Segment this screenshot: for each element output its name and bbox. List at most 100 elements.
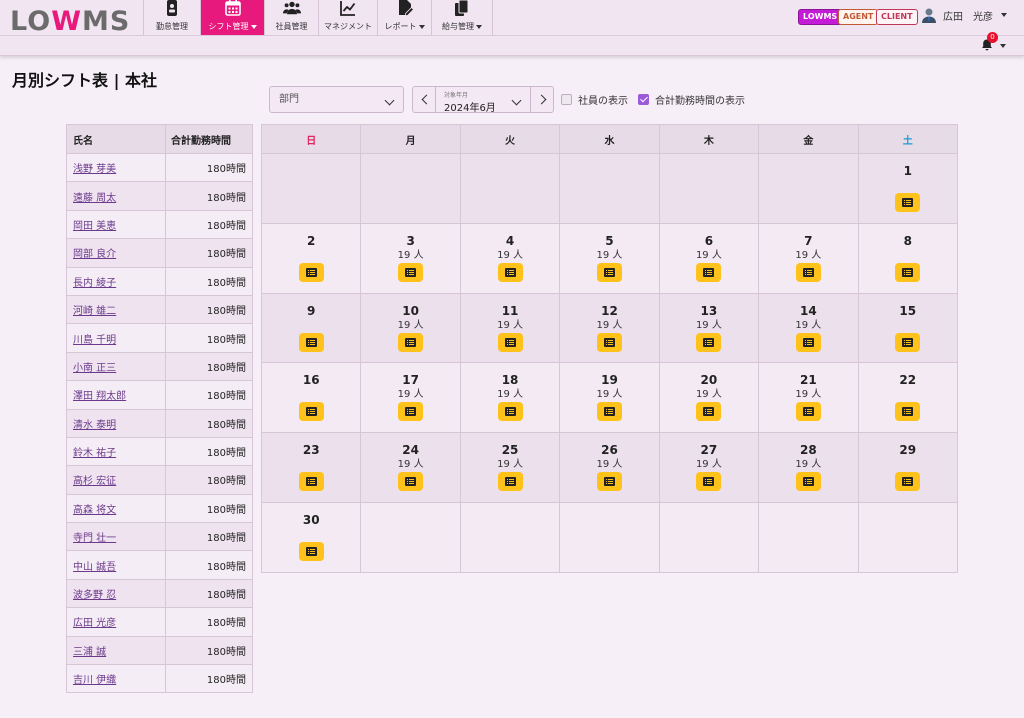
- staff-name-link[interactable]: 三浦 誠: [73, 647, 106, 658]
- show-hours-label[interactable]: 合計勤務時間の表示: [655, 92, 745, 107]
- shift-detail-button[interactable]: [895, 193, 921, 212]
- shift-detail-button[interactable]: [596, 472, 622, 492]
- calendar-day-cell[interactable]: 15: [857, 292, 959, 364]
- calendar-day-cell[interactable]: 8: [857, 222, 959, 294]
- calendar-day-cell[interactable]: 9: [260, 292, 362, 364]
- shift-detail-button[interactable]: [398, 262, 424, 282]
- calendar-day-cell[interactable]: 19 19 人: [559, 362, 660, 434]
- calendar-day-cell[interactable]: 24 19 人: [360, 432, 461, 503]
- shift-detail-button[interactable]: [596, 332, 622, 352]
- calendar-day-cell[interactable]: 13 19 人: [658, 292, 760, 364]
- show-staff-checkbox[interactable]: [561, 94, 572, 105]
- shift-detail-button[interactable]: [398, 472, 424, 492]
- staff-name-link[interactable]: 吉川 伊織: [73, 675, 116, 686]
- calendar-day-cell[interactable]: 7 19 人: [758, 222, 859, 294]
- staff-name-link[interactable]: 小南 正三: [73, 363, 116, 374]
- shift-detail-button[interactable]: [696, 402, 722, 422]
- badge-client[interactable]: CLIENT: [876, 9, 918, 25]
- shift-detail-button[interactable]: [596, 262, 622, 282]
- next-month-button[interactable]: [530, 86, 554, 113]
- nav-item-1[interactable]: シフト管理: [200, 0, 264, 35]
- staff-name-link[interactable]: 高杉 宏征: [73, 476, 116, 487]
- staff-name-link[interactable]: 遠藤 周太: [73, 193, 116, 204]
- badge-agent[interactable]: AGENT: [838, 9, 879, 25]
- nav-item-3[interactable]: マネジメント: [318, 0, 377, 35]
- shift-detail-button[interactable]: [298, 402, 324, 422]
- calendar-day-cell[interactable]: 30: [260, 501, 362, 573]
- nav-item-0[interactable]: 勤怠管理: [143, 0, 200, 35]
- shift-detail-button[interactable]: [596, 402, 622, 422]
- show-hours-checkbox[interactable]: [638, 94, 649, 105]
- staff-name-link[interactable]: 高森 将文: [73, 505, 116, 516]
- staff-name-link[interactable]: 澤田 翔太郎: [73, 391, 126, 402]
- calendar-day-cell[interactable]: 2: [260, 222, 362, 294]
- month-dropdown[interactable]: 対象年月 2024年6月: [436, 86, 530, 114]
- user-menu[interactable]: 広田 光彦: [921, 7, 1007, 23]
- shift-detail-button[interactable]: [696, 472, 722, 492]
- shift-detail-button[interactable]: [398, 402, 424, 422]
- shift-detail-button[interactable]: [895, 262, 921, 282]
- calendar-day-cell[interactable]: 6 19 人: [658, 222, 760, 294]
- app-logo[interactable]: LO W MS: [10, 3, 130, 37]
- calendar-day-cell[interactable]: 21 19 人: [758, 362, 859, 434]
- shift-detail-button[interactable]: [298, 472, 324, 492]
- shift-detail-button[interactable]: [298, 332, 324, 352]
- staff-name-link[interactable]: 浅野 芽美: [73, 164, 116, 175]
- staff-name-link[interactable]: 清水 泰明: [73, 420, 116, 431]
- staff-name-link[interactable]: 河崎 雄二: [73, 306, 116, 317]
- calendar-day-cell[interactable]: 18 19 人: [459, 362, 561, 434]
- shift-detail-button[interactable]: [497, 402, 523, 422]
- nav-item-4[interactable]: レポート: [377, 0, 431, 35]
- staff-name-link[interactable]: 中山 誠吾: [73, 562, 116, 573]
- calendar-day-cell[interactable]: 1: [857, 153, 959, 224]
- calendar-day-cell[interactable]: 29: [857, 432, 959, 503]
- caret-down-icon: [417, 22, 425, 31]
- staff-name-link[interactable]: 広田 光彦: [73, 618, 116, 629]
- staff-name-link[interactable]: 川島 千明: [73, 335, 116, 346]
- staff-name-link[interactable]: 長内 綾子: [73, 278, 116, 289]
- calendar-day-cell[interactable]: 17 19 人: [360, 362, 461, 434]
- shift-detail-button[interactable]: [497, 472, 523, 492]
- calendar-day-cell[interactable]: 5 19 人: [559, 222, 660, 294]
- shift-detail-button[interactable]: [398, 332, 424, 352]
- calendar-day-cell[interactable]: 22: [857, 362, 959, 434]
- staff-name-link[interactable]: 岡部 良介: [73, 249, 116, 260]
- calendar-day-cell[interactable]: 23: [260, 432, 362, 503]
- calendar-day-cell[interactable]: 11 19 人: [459, 292, 561, 364]
- shift-detail-button[interactable]: [696, 262, 722, 282]
- calendar-day-cell[interactable]: 28 19 人: [758, 432, 859, 503]
- notification-chevron-icon[interactable]: [1000, 44, 1006, 48]
- shift-detail-button[interactable]: [696, 332, 722, 352]
- shift-detail-button[interactable]: [795, 402, 821, 422]
- calendar-day-cell[interactable]: 3 19 人: [360, 222, 461, 294]
- show-staff-label[interactable]: 社員の表示: [578, 92, 628, 107]
- shift-detail-button[interactable]: [895, 332, 921, 352]
- calendar-day-cell[interactable]: 4 19 人: [459, 222, 561, 294]
- shift-detail-button[interactable]: [795, 332, 821, 352]
- calendar-day-cell[interactable]: 10 19 人: [360, 292, 461, 364]
- staff-name-link[interactable]: 岡田 美恵: [73, 221, 116, 232]
- shift-detail-button[interactable]: [795, 262, 821, 282]
- staff-name-link[interactable]: 波多野 忍: [73, 590, 116, 601]
- shift-detail-button[interactable]: [895, 402, 921, 422]
- shift-detail-button[interactable]: [895, 472, 921, 492]
- calendar-day-cell[interactable]: 27 19 人: [658, 432, 760, 503]
- shift-detail-button[interactable]: [795, 472, 821, 492]
- badge-lowms[interactable]: LOWMS: [798, 9, 843, 25]
- shift-detail-button[interactable]: [298, 262, 324, 282]
- shift-detail-button[interactable]: [298, 541, 324, 561]
- nav-item-5[interactable]: 給与管理: [431, 0, 493, 35]
- calendar-day-cell[interactable]: 25 19 人: [459, 432, 561, 503]
- staff-name-link[interactable]: 鈴木 祐子: [73, 448, 116, 459]
- nav-item-2[interactable]: 社員管理: [264, 0, 318, 35]
- prev-month-button[interactable]: [412, 86, 436, 113]
- calendar-day-cell[interactable]: 16: [260, 362, 362, 434]
- shift-detail-button[interactable]: [497, 332, 523, 352]
- shift-detail-button[interactable]: [497, 262, 523, 282]
- calendar-day-cell[interactable]: 20 19 人: [658, 362, 760, 434]
- calendar-day-cell[interactable]: 14 19 人: [758, 292, 859, 364]
- calendar-day-cell[interactable]: 12 19 人: [559, 292, 660, 364]
- staff-name-link[interactable]: 寺門 壮一: [73, 533, 116, 544]
- department-select[interactable]: 部門: [269, 86, 404, 113]
- calendar-day-cell[interactable]: 26 19 人: [559, 432, 660, 503]
